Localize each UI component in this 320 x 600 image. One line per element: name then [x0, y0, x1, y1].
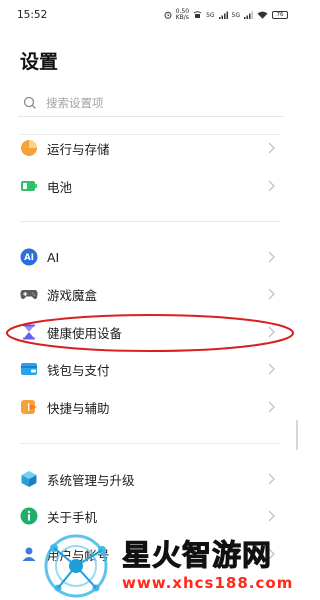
watermark-url: www.xhcs188.com [122, 574, 294, 592]
chevron-right-icon [268, 509, 278, 523]
system-cube-icon [20, 470, 38, 488]
settings-item-label: 快捷与辅助 [47, 400, 110, 416]
chevron-right-icon [268, 472, 278, 486]
scrollbar[interactable] [296, 420, 298, 450]
settings-item-system[interactable]: 系统管理与升级 [0, 461, 300, 497]
svg-text:AI: AI [24, 253, 34, 263]
battery-indicator: 76 [272, 11, 288, 19]
chevron-right-icon [268, 325, 278, 339]
chevron-right-icon [268, 400, 278, 414]
settings-item-label: 系统管理与升级 [47, 472, 135, 488]
settings-item-wallet[interactable]: 钱包与支付 [0, 351, 300, 387]
settings-item-game-box[interactable]: 游戏魔盒 [0, 276, 300, 312]
ai-icon: AI [20, 248, 38, 266]
search-icon [23, 96, 36, 109]
settings-item-shortcuts[interactable]: 快捷与辅助 [0, 389, 300, 425]
watermark-title: 星火智游网 [121, 538, 273, 573]
gamepad-icon [20, 285, 38, 303]
alarm-icon [164, 11, 172, 19]
chevron-right-icon [268, 362, 278, 376]
wallet-icon [20, 360, 38, 378]
signal-2-icon [244, 11, 253, 19]
page-title: 设置 [20, 51, 59, 73]
search-bar[interactable] [18, 90, 283, 117]
wifi-calling-icon [193, 11, 202, 18]
battery-icon [20, 177, 38, 195]
signal-1-label: 5G [206, 11, 215, 19]
search-input[interactable] [46, 96, 266, 110]
settings-item-label: 游戏魔盒 [47, 287, 98, 303]
watermark: 星火智游网 www.xhcs188.com [30, 522, 300, 600]
shortcut-icon [20, 398, 38, 416]
divider [20, 443, 280, 444]
settings-item-digital-wellbeing[interactable]: 健康使用设备 [0, 314, 300, 350]
status-icons: 0.50 KB/s 5G 5G 76 [164, 9, 288, 21]
signal-1-icon [218, 11, 228, 19]
settings-item-battery[interactable]: 电池 [0, 168, 300, 204]
chevron-right-icon [268, 179, 278, 193]
settings-item-label: AI [47, 249, 60, 265]
watermark-logo-icon [44, 534, 108, 598]
storage-pie-icon [20, 139, 38, 157]
status-bar: 15:52 0.50 KB/s 5G 5G 76 [0, 0, 300, 30]
settings-item-label: 电池 [47, 179, 73, 195]
battery-level: 76 [276, 12, 284, 18]
divider [20, 221, 280, 222]
settings-item-storage[interactable]: 运行与存储 [0, 130, 300, 166]
signal-2-label: 5G [231, 11, 240, 19]
settings-item-label: 健康使用设备 [47, 325, 123, 341]
chevron-right-icon [268, 287, 278, 301]
hourglass-icon [20, 323, 38, 341]
status-time: 15:52 [17, 9, 48, 21]
wifi-icon [257, 11, 268, 19]
settings-item-label: 钱包与支付 [47, 362, 110, 378]
chevron-right-icon [268, 250, 278, 264]
settings-item-ai[interactable]: AI AI [0, 239, 300, 275]
network-speed: 0.50 KB/s [175, 8, 190, 21]
chevron-right-icon [268, 141, 278, 155]
settings-item-label: 运行与存储 [47, 141, 110, 157]
